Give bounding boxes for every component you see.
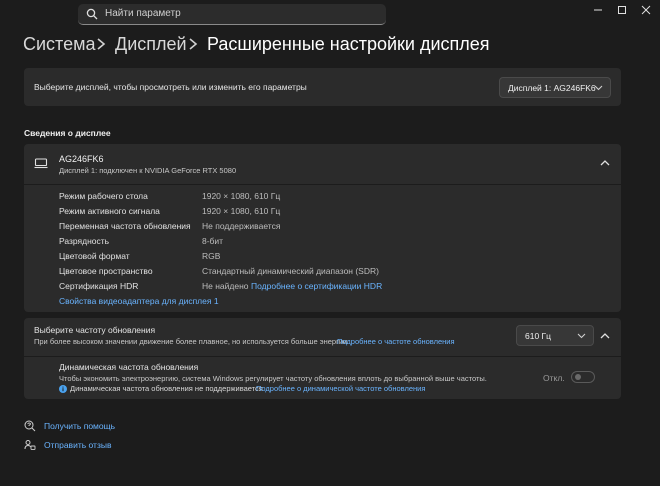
hdr-certification-link[interactable]: Подробнее о сертификации HDR <box>251 281 382 292</box>
breadcrumb-display[interactable]: Дисплей <box>115 32 187 56</box>
dynamic-refresh-link[interactable]: Подробнее о динамической частоте обновле… <box>256 384 425 394</box>
section-title: Сведения о дисплее <box>24 128 111 138</box>
search-box[interactable]: Найти параметр <box>78 4 386 25</box>
monitor-icon <box>34 158 48 169</box>
info-value: 1920 × 1080, 610 Гц <box>202 191 281 201</box>
info-value: RGB <box>202 251 221 261</box>
info-label: Цветовое пространство <box>59 266 153 276</box>
toggle-state-label: Откл. <box>543 373 565 383</box>
send-feedback-link[interactable]: Отправить отзыв <box>44 440 111 451</box>
display-info-body <box>24 185 621 312</box>
refresh-rate-link[interactable]: Подробнее о частоте обновления <box>337 337 455 347</box>
info-label: Переменная частота обновления <box>59 221 191 231</box>
info-value: 1920 × 1080, 610 Гц <box>202 206 281 216</box>
info-value: Не поддерживается <box>202 221 281 231</box>
chevron-down-icon <box>577 333 586 339</box>
refresh-rate-dropdown[interactable]: 610 Гц <box>516 325 594 346</box>
info-label: Разрядность <box>59 236 110 246</box>
toggle-knob <box>575 374 581 380</box>
info-label: Режим активного сигнала <box>59 206 160 216</box>
chevron-up-icon[interactable] <box>600 159 610 166</box>
chevron-up-icon[interactable] <box>600 332 610 339</box>
help-icon <box>24 420 36 432</box>
close-icon[interactable] <box>636 3 656 17</box>
page-title: Расширенные настройки дисплея <box>207 34 490 54</box>
info-label: Режим рабочего стола <box>59 191 148 201</box>
info-label: Цветовой формат <box>59 251 130 261</box>
refresh-rate-desc: При более высоком значении движение боле… <box>34 337 348 346</box>
adapter-properties-link[interactable]: Свойства видеоадаптера для дисплея 1 <box>59 296 219 307</box>
display-dropdown-value: Дисплей 1: AG246FK6 <box>508 83 596 93</box>
chevron-down-icon <box>594 85 603 91</box>
info-label: Сертификация HDR <box>59 281 139 291</box>
dynamic-refresh-toggle[interactable] <box>571 371 595 383</box>
refresh-rate-title: Выберите частоту обновления <box>34 325 156 335</box>
dynamic-refresh-note: Динамическая частота обновления не подде… <box>70 384 263 393</box>
refresh-rate-value: 610 Гц <box>525 331 552 341</box>
display-subtitle: Дисплей 1: подключен к NVIDIA GeForce RT… <box>59 166 237 175</box>
breadcrumb-system[interactable]: Система <box>23 32 96 56</box>
info-value: Стандартный динамический диапазон (SDR) <box>202 266 379 276</box>
chevron-right-icon <box>97 38 106 50</box>
info-value: Не найдено <box>202 281 249 291</box>
display-name: AG246FK6 <box>59 154 104 164</box>
info-icon <box>59 385 67 393</box>
select-display-label: Выберите дисплей, чтобы просмотреть или … <box>34 82 307 92</box>
chevron-right-icon <box>189 38 198 50</box>
search-input[interactable]: Найти параметр <box>105 8 181 19</box>
info-value: 8-бит <box>202 236 224 246</box>
maximize-icon[interactable] <box>612 3 632 17</box>
minimize-icon[interactable] <box>588 3 608 17</box>
get-help-link[interactable]: Получить помощь <box>44 421 115 432</box>
feedback-icon <box>24 440 36 450</box>
display-info-header[interactable] <box>24 144 621 184</box>
dynamic-refresh-desc: Чтобы экономить электроэнергию, система … <box>59 374 487 383</box>
display-dropdown[interactable]: Дисплей 1: AG246FK6 <box>499 77 611 98</box>
search-icon <box>86 8 98 20</box>
dynamic-refresh-title: Динамическая частота обновления <box>59 362 199 372</box>
